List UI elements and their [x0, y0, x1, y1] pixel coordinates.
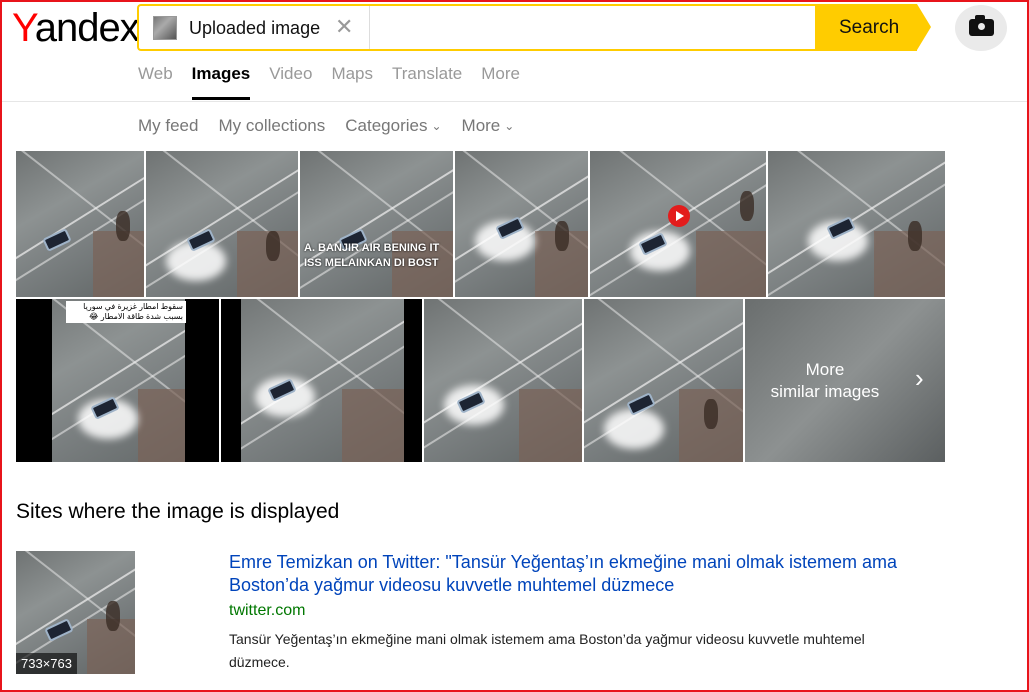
tab-maps[interactable]: Maps [331, 64, 373, 100]
similar-image[interactable] [221, 299, 422, 462]
similar-image[interactable] [146, 151, 298, 297]
subnav-my-collections[interactable]: My collections [218, 116, 325, 136]
tab-images[interactable]: Images [191, 64, 251, 100]
yandex-logo[interactable]: Yandex [12, 6, 140, 51]
result-title-link[interactable]: Emre Temizkan on Twitter: "Tansür Yeğent… [229, 551, 969, 597]
result-snippet: Tansür Yeğentaş’ın ekmeğine mani olmak i… [229, 631, 865, 670]
search-tabs: Web Images Video Maps Translate More [138, 64, 539, 100]
subnav-my-feed[interactable]: My feed [138, 116, 198, 136]
section-title: Sites where the image is displayed [16, 500, 340, 523]
images-subnav: My feed My collections Categories ⌄ More ⌄ [138, 116, 534, 136]
play-icon[interactable] [668, 205, 690, 227]
subnav-more[interactable]: More ⌄ [462, 116, 515, 136]
result-url-link[interactable]: twitter.com [229, 602, 305, 620]
image-caption: A. BANJIR AIR BENING IT ISS MELAINKAN DI… [304, 242, 440, 269]
subnav-categories[interactable]: Categories ⌄ [345, 116, 441, 136]
camera-icon[interactable] [955, 5, 1007, 51]
search-button[interactable]: Search [815, 4, 917, 51]
similar-image[interactable]: سقوط امطار غزيرة في سوريا بسبب شدة طاقة … [16, 299, 219, 462]
chevron-right-icon: › [915, 363, 924, 393]
image-dimensions-badge: 733×763 [16, 653, 77, 674]
chip-divider [369, 6, 370, 49]
tab-translate[interactable]: Translate [392, 64, 462, 100]
search-button-arrow[interactable] [917, 4, 931, 50]
tab-web[interactable]: Web [138, 64, 173, 100]
result-thumbnail[interactable]: 733×763 [16, 551, 135, 674]
tabs-divider [2, 101, 1027, 102]
chevron-down-icon: ⌄ [431, 119, 442, 133]
chevron-down-icon: ⌄ [504, 119, 515, 133]
close-icon[interactable]: ✕ [335, 14, 353, 40]
search-bar[interactable]: Uploaded image ✕ [137, 4, 817, 51]
uploaded-image-label: Uploaded image [189, 18, 321, 38]
similar-image[interactable]: A. BANJIR AIR BENING IT ISS MELAINKAN DI… [300, 151, 453, 297]
tab-video[interactable]: Video [269, 64, 312, 100]
similar-image[interactable] [768, 151, 945, 297]
more-label: More [461, 116, 501, 135]
uploaded-image-thumbnail[interactable] [153, 16, 177, 40]
categories-label: Categories [345, 116, 428, 135]
tab-more[interactable]: More [481, 64, 520, 100]
image-caption: سقوط امطار غزيرة في سوريا بسبب شدة طاقة … [66, 301, 186, 323]
similar-image[interactable] [584, 299, 743, 462]
similar-image[interactable] [16, 151, 144, 297]
more-similar-images-label: More similar images [770, 360, 880, 401]
similar-image[interactable] [455, 151, 588, 297]
similar-image[interactable] [424, 299, 582, 462]
more-similar-images-tile[interactable]: More similar images › [745, 299, 945, 462]
